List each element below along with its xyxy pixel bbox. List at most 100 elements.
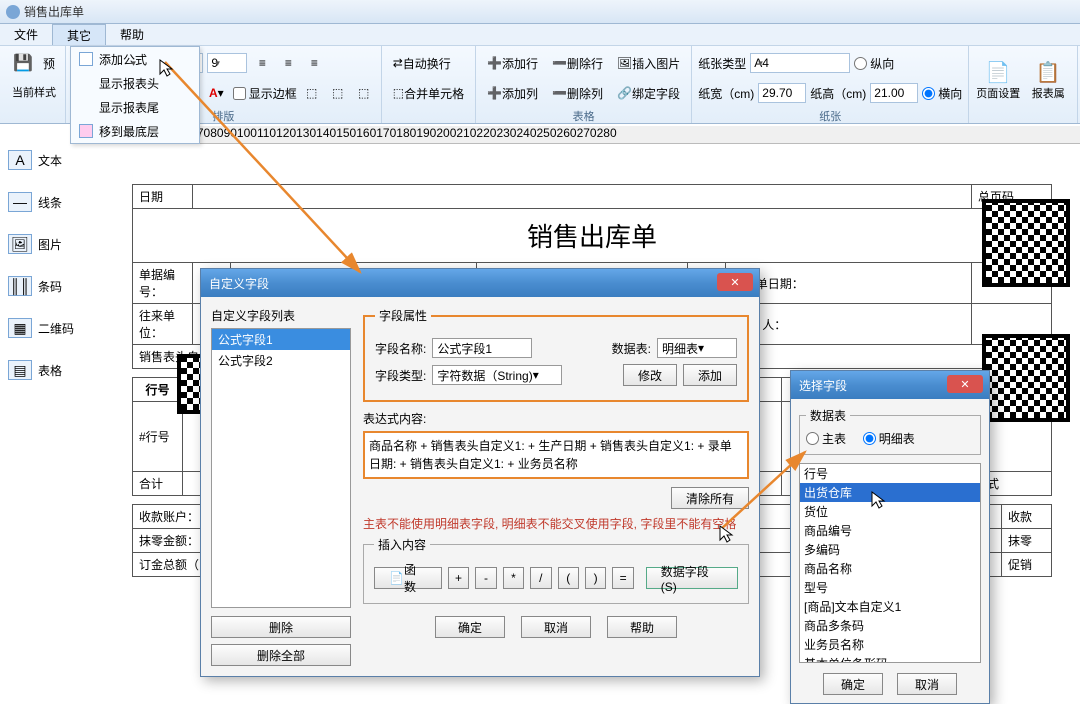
detail-radio[interactable]: 明细表 bbox=[863, 430, 915, 447]
delrow-button[interactable]: ➖删除行 bbox=[547, 52, 608, 74]
dialog2-titlebar[interactable]: 选择字段 ✕ bbox=[791, 371, 989, 399]
cell-hashrow[interactable]: #行号 bbox=[133, 402, 183, 472]
help-button[interactable]: 帮助 bbox=[607, 616, 677, 638]
datafield-button[interactable]: 数据字段(S) bbox=[646, 567, 738, 589]
cell-recv[interactable]: 收款 bbox=[1002, 505, 1052, 529]
fieldname-input[interactable]: 公式字段1 bbox=[432, 338, 532, 358]
ok-button[interactable]: 确定 bbox=[435, 616, 505, 638]
main-radio[interactable]: 主表 bbox=[806, 430, 846, 447]
func-button[interactable]: 📄 函数 bbox=[374, 567, 442, 589]
qrcode-mid[interactable] bbox=[982, 334, 1070, 422]
expr-textarea[interactable]: 商品名称 + 销售表头自定义1: + 生产日期 + 销售表头自定义1: + 录单… bbox=[363, 431, 749, 479]
list-item[interactable]: 出货仓库 bbox=[800, 483, 980, 502]
list-item[interactable]: 行号 bbox=[800, 464, 980, 483]
valign-mid-icon[interactable]: ⬚ bbox=[327, 82, 349, 104]
tool-barcode[interactable]: ║║条码 bbox=[2, 270, 92, 302]
mergecell-button[interactable]: ⬚ 合并单元格 bbox=[388, 82, 469, 104]
fontsize-combo[interactable]: 9▾ bbox=[207, 53, 247, 73]
align-left-icon[interactable]: ≡ bbox=[251, 52, 273, 74]
clearall-button[interactable]: 清除所有 bbox=[671, 487, 749, 509]
valign-bot-icon[interactable]: ⬚ bbox=[353, 82, 375, 104]
cell-billno[interactable]: 单据编号： bbox=[133, 263, 193, 304]
tool-table[interactable]: ▤表格 bbox=[2, 354, 92, 386]
cell-date-label[interactable]: 日期 bbox=[133, 185, 193, 209]
field-listbox[interactable]: 公式字段1 公式字段2 bbox=[211, 328, 351, 608]
add-button[interactable]: 添加 bbox=[683, 364, 737, 386]
close-icon[interactable]: ✕ bbox=[947, 375, 983, 393]
cell-atentrydate[interactable]: @录单日期： bbox=[725, 263, 971, 304]
list-item[interactable]: 商品名称 bbox=[800, 559, 980, 578]
tool-qrcode[interactable]: ▦二维码 bbox=[2, 312, 92, 344]
list-item[interactable]: 业务员名称 bbox=[800, 635, 980, 654]
cell-handler[interactable]: 经 手 人： bbox=[725, 304, 971, 345]
op-eq[interactable]: = bbox=[612, 567, 633, 589]
menu-help[interactable]: 帮助 bbox=[106, 24, 158, 45]
paperh-input[interactable]: 21.00 bbox=[870, 83, 918, 103]
list-item[interactable]: 商品编号 bbox=[800, 521, 980, 540]
reportprop-button[interactable]: 📋报表属 bbox=[1025, 50, 1071, 110]
op-minus[interactable]: - bbox=[475, 567, 496, 589]
menu-add-formula[interactable]: 添加公式 bbox=[71, 47, 199, 71]
menu-move-bottom[interactable]: 移到最底层 bbox=[71, 119, 199, 143]
modify-button[interactable]: 修改 bbox=[623, 364, 677, 386]
pagesetup-button[interactable]: 📄页面设置 bbox=[975, 50, 1021, 110]
list-item[interactable]: 公式字段1 bbox=[212, 329, 350, 350]
delete-all-button[interactable]: 删除全部 bbox=[211, 644, 351, 666]
preview-icon[interactable]: 预 bbox=[38, 52, 60, 74]
text-icon: A bbox=[8, 150, 32, 170]
tool-line[interactable]: —线条 bbox=[2, 186, 92, 218]
datatable-combo[interactable]: 明细表 ▾ bbox=[657, 338, 737, 358]
list-item[interactable]: 多编码 bbox=[800, 540, 980, 559]
cell-dealunit[interactable]: 往来单位： bbox=[133, 304, 193, 345]
addrow-button[interactable]: ➕添加行 bbox=[482, 52, 543, 74]
cancel-button[interactable]: 取消 bbox=[521, 616, 591, 638]
cancel-button[interactable]: 取消 bbox=[897, 673, 957, 695]
align-right-icon[interactable]: ≡ bbox=[303, 52, 325, 74]
qrcode-tr[interactable] bbox=[982, 199, 1070, 287]
field-select-listbox[interactable]: 行号出货仓库货位商品编号多编码商品名称型号[商品]文本自定义1商品多条码业务员名… bbox=[799, 463, 981, 663]
insertpic-button[interactable]: 🖼插入图片 bbox=[612, 52, 685, 74]
portrait-radio[interactable]: 纵向 bbox=[854, 55, 894, 72]
addcol-button[interactable]: ➕添加列 bbox=[482, 82, 543, 104]
tool-text[interactable]: A文本 bbox=[2, 144, 92, 176]
op-plus[interactable]: + bbox=[448, 567, 469, 589]
op-rparen[interactable]: ) bbox=[585, 567, 606, 589]
cell-cancelsale[interactable]: 促销 bbox=[1002, 553, 1052, 577]
dialog-titlebar[interactable]: 自定义字段 ✕ bbox=[201, 269, 759, 297]
menu-show-footer[interactable]: 显示报表尾 bbox=[71, 95, 199, 119]
autowrap-button[interactable]: ⇄ 自动换行 bbox=[388, 52, 456, 74]
delete-button[interactable]: 删除 bbox=[211, 616, 351, 638]
close-icon[interactable]: ✕ bbox=[717, 273, 753, 291]
cell-sum[interactable]: 合计 bbox=[133, 472, 183, 496]
list-item[interactable]: [商品]文本自定义1 bbox=[800, 597, 980, 616]
paperw-input[interactable]: 29.70 bbox=[758, 83, 806, 103]
tool-image[interactable]: 🖼图片 bbox=[2, 228, 92, 260]
align-center-icon[interactable]: ≡ bbox=[277, 52, 299, 74]
th-rowno[interactable]: 行号 bbox=[133, 378, 183, 402]
cell-discount[interactable]: 抹零 bbox=[1002, 529, 1052, 553]
show-border-check[interactable]: 显示边框 bbox=[233, 85, 297, 102]
font-color-button[interactable]: A▾ bbox=[204, 82, 229, 104]
list-item[interactable]: 商品多条码 bbox=[800, 616, 980, 635]
list-item[interactable]: 型号 bbox=[800, 578, 980, 597]
table-icon: ▤ bbox=[8, 360, 32, 380]
list-item[interactable]: 公式字段2 bbox=[212, 350, 350, 371]
menu-show-header[interactable]: 显示报表头 bbox=[71, 71, 199, 95]
bindfield-button[interactable]: 🔗绑定字段 bbox=[612, 82, 685, 104]
valign-top-icon[interactable]: ⬚ bbox=[301, 82, 323, 104]
ok-button[interactable]: 确定 bbox=[823, 673, 883, 695]
report-title[interactable]: 销售出库单 bbox=[133, 209, 1052, 263]
op-mult[interactable]: * bbox=[503, 567, 524, 589]
layers-icon bbox=[79, 124, 93, 138]
menu-other[interactable]: 其它 bbox=[52, 24, 106, 45]
delcol-button[interactable]: ➖删除列 bbox=[547, 82, 608, 104]
papertype-combo[interactable]: A4▾ bbox=[750, 53, 850, 73]
landscape-radio[interactable]: 横向 bbox=[922, 85, 962, 102]
field-list-label: 自定义字段列表 bbox=[211, 307, 351, 324]
save-icon[interactable]: 💾 bbox=[12, 52, 34, 74]
op-div[interactable]: / bbox=[530, 567, 551, 589]
fieldtype-combo[interactable]: 字符数据（String) ▾ bbox=[432, 365, 562, 385]
op-lparen[interactable]: ( bbox=[558, 567, 579, 589]
list-item[interactable]: 货位 bbox=[800, 502, 980, 521]
menu-file[interactable]: 文件 bbox=[0, 24, 52, 45]
